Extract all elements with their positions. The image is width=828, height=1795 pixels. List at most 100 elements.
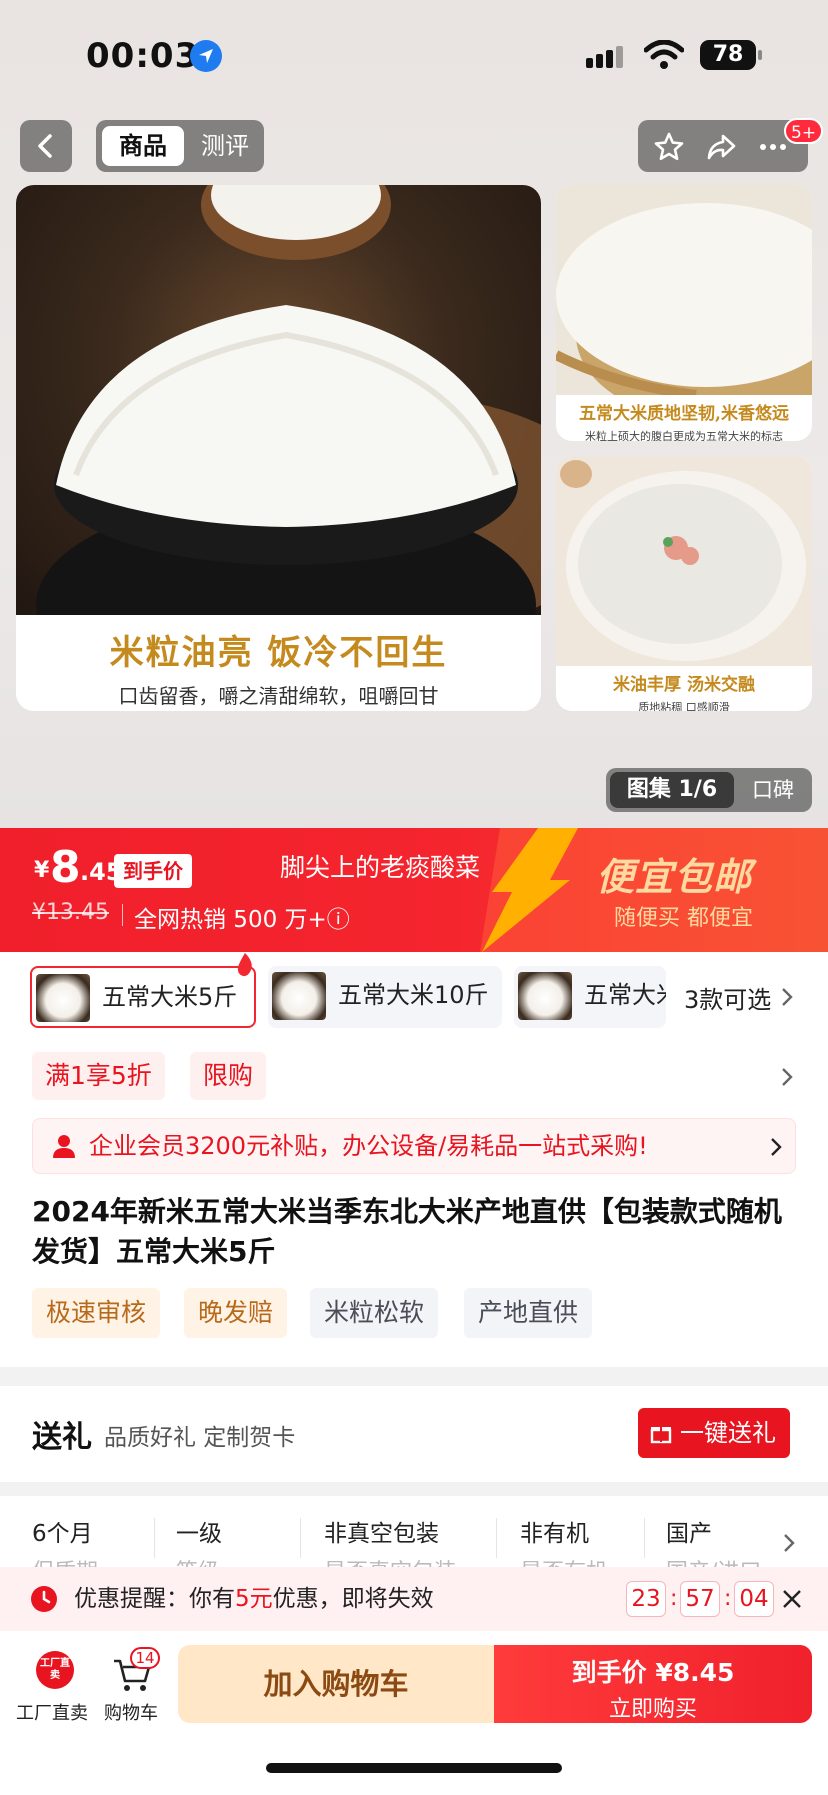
free-shipping-title: 便宜包邮: [596, 855, 753, 899]
caption-subtitle: 口齿留香，嚼之清甜绵软，咀嚼回甘: [118, 684, 439, 708]
buy-now-price: 到手价 ¥8.45: [571, 1658, 735, 1687]
free-shipping-subtitle: 随便买 都便宜: [614, 906, 753, 931]
product-title: 2024年新米五常大米当季东北大米产地直供【包装款式随机发货】五常大米5斤: [32, 1195, 782, 1268]
countdown-minutes: 57: [680, 1581, 720, 1617]
action-group: [638, 120, 808, 172]
chevron-right-icon: [771, 1138, 782, 1156]
wifi-icon: [643, 39, 685, 74]
side1-subtitle: 米粒上硕大的腹白更成为五常大米的标志: [585, 430, 783, 441]
home-indicator[interactable]: [266, 1763, 562, 1773]
param-value: 一级: [176, 1521, 222, 1547]
sku-more-link[interactable]: 3款可选: [684, 980, 771, 1015]
side2-title: 米油丰厚 汤米交融: [613, 675, 755, 695]
buy-now-label: 立即购买: [608, 1697, 697, 1722]
chevron-right-icon: [784, 1534, 795, 1552]
status-time: 00:03: [86, 36, 200, 76]
sku-thumbnail: [518, 972, 572, 1020]
clock-icon: [31, 1586, 57, 1612]
star-icon[interactable]: [654, 132, 684, 162]
param-value: 6个月: [32, 1521, 93, 1547]
divider: [300, 1518, 301, 1558]
param-value: 非真空包装: [324, 1521, 439, 1547]
side1-title: 五常大米质地坚韧,米香悠远: [579, 404, 789, 424]
reminder-text: 优惠提醒：你有5元优惠，即将失效: [74, 1567, 434, 1631]
promo-tag-discount[interactable]: 满1享5折: [32, 1052, 165, 1100]
price-banner: ¥ 8 .45 到手价 ¥13.45 全网热销 500 万+ⓘ 脚尖上的老痰酸菜…: [0, 828, 828, 952]
fire-icon: [237, 953, 252, 977]
params-section[interactable]: 6个月 保质期 一级 等级 非真空包装 是否真空包装 非有机 是否有机 国产 国…: [0, 1496, 828, 1571]
promo-tag-limit[interactable]: 限购: [190, 1052, 267, 1100]
sku-option[interactable]: 五常大米10斤: [268, 966, 502, 1028]
factory-direct-label[interactable]: 工厂直卖: [16, 1699, 88, 1725]
sku-label: 五常大米: [584, 981, 666, 1009]
coupon-reminder-bar[interactable]: 优惠提醒：你有5元优惠，即将失效 23 : 57 : 04: [0, 1567, 828, 1631]
status-bar: 00:03 78: [0, 0, 828, 110]
battery-indicator: 78: [700, 40, 762, 70]
signal-icon: [586, 46, 626, 68]
countdown-colon: :: [670, 1586, 678, 1611]
side-image-rice-grains[interactable]: 五常大米质地坚韧,米香悠远 米粒上硕大的腹白更成为五常大米的标志: [556, 185, 812, 441]
user-icon: [53, 1135, 75, 1158]
hot-sale-text[interactable]: 全网热销 500 万+ⓘ: [134, 900, 350, 934]
reminder-suffix: 优惠，即将失效: [272, 1586, 434, 1612]
gift-title: 送礼: [32, 1420, 92, 1455]
main-image-caption: 米粒油亮 饭冷不回生 口齿留香，嚼之清甜绵软，咀嚼回甘: [16, 615, 541, 711]
factory-direct-icon[interactable]: 工厂直卖: [36, 1651, 74, 1689]
param-value: 国产: [666, 1521, 712, 1547]
page-tab-group: 商品 测评: [96, 120, 264, 172]
chevron-right-icon[interactable]: [780, 1066, 794, 1088]
feature-tag[interactable]: 米粒松软: [310, 1288, 439, 1338]
sku-option[interactable]: 五常大米: [514, 966, 666, 1028]
feature-tag[interactable]: 产地直供: [464, 1288, 593, 1338]
location-icon: [190, 40, 222, 72]
price-currency: ¥: [34, 858, 50, 883]
sku-thumbnail: [272, 972, 326, 1020]
cart-count-badge: 14: [130, 1647, 160, 1669]
send-gift-button[interactable]: 一键送礼: [638, 1408, 790, 1458]
back-button[interactable]: [20, 120, 72, 172]
more-icon[interactable]: [758, 132, 788, 162]
original-price: ¥13.45: [32, 900, 109, 925]
reminder-amount: 5元: [235, 1586, 273, 1612]
service-tag[interactable]: 极速审核: [32, 1288, 161, 1338]
countdown-seconds: 04: [734, 1581, 774, 1617]
caption-title: 米粒油亮 饭冷不回生: [109, 633, 448, 673]
gift-icon: [650, 1427, 672, 1444]
sku-label: 五常大米5斤: [102, 983, 238, 1011]
enterprise-banner[interactable]: 企业会员3200元补贴，办公设备/易耗品一站式采购!: [32, 1118, 796, 1174]
countdown-hours: 23: [626, 1581, 666, 1617]
buy-now-button[interactable]: 到手价 ¥8.45 立即购买: [494, 1645, 812, 1723]
add-to-cart-button[interactable]: 加入购物车: [178, 1645, 494, 1723]
send-gift-label: 一键送礼: [680, 1419, 776, 1447]
cart-label[interactable]: 购物车: [104, 1699, 158, 1725]
reminder-prefix: 优惠提醒：你有: [74, 1586, 235, 1612]
gift-subtitle: 品质好礼 定制贺卡: [104, 1425, 296, 1451]
message-badge: 5+: [784, 118, 824, 144]
side-image-porridge[interactable]: 米油丰厚 汤米交融 质地粘稠 口感顺滑: [556, 456, 812, 711]
sku-label: 五常大米10斤: [338, 981, 489, 1009]
gift-section: 送礼 品质好礼 定制贺卡 一键送礼: [0, 1386, 828, 1482]
service-tag[interactable]: 晚发赔: [184, 1288, 288, 1338]
countdown-colon: :: [724, 1586, 732, 1611]
side2-subtitle: 质地粘稠 口感顺滑: [638, 701, 730, 711]
album-tab-gallery[interactable]: 图集 1/6: [610, 772, 734, 808]
sku-thumbnail: [36, 974, 90, 1022]
rice-bowl-photo: [16, 185, 541, 711]
arrive-price-tag: 到手价: [114, 854, 192, 888]
product-info-card: 五常大米5斤 五常大米10斤 五常大米 3款可选 满1享5折 限购 企业会员32…: [0, 952, 828, 1367]
album-tab-reputation[interactable]: 口碑: [740, 772, 806, 808]
divider: [154, 1518, 155, 1558]
price-integer: 8: [50, 842, 81, 893]
tab-product[interactable]: 商品: [102, 126, 184, 166]
divider: [496, 1518, 497, 1558]
param-value: 非有机: [520, 1521, 589, 1547]
store-slogan: 脚尖上的老痰酸菜: [280, 853, 481, 882]
main-product-image[interactable]: 米粒油亮 饭冷不回生 口齿留香，嚼之清甜绵软，咀嚼回甘: [16, 185, 541, 711]
share-icon[interactable]: [706, 132, 736, 162]
enterprise-text: 企业会员3200元补贴，办公设备/易耗品一站式采购!: [89, 1132, 648, 1160]
sku-option[interactable]: 五常大米5斤: [30, 966, 256, 1028]
chevron-left-icon: [38, 134, 52, 158]
album-switch: 图集 1/6 口碑: [606, 768, 812, 812]
close-icon[interactable]: [782, 1589, 802, 1609]
tab-review[interactable]: 测评: [192, 126, 258, 166]
